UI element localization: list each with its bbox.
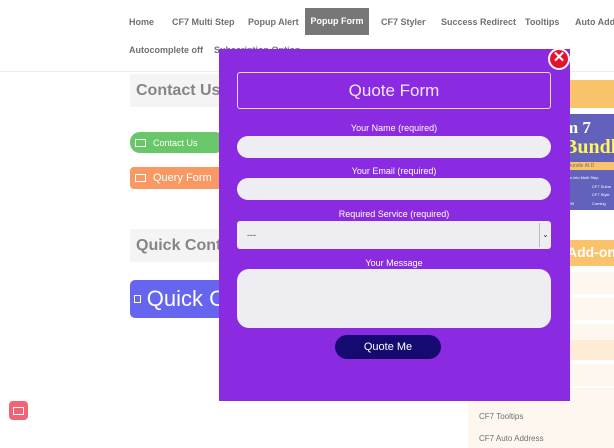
message-textarea[interactable]: [237, 269, 551, 328]
quote-form-title: Quote Form: [237, 72, 551, 109]
message-label: Your Message: [365, 258, 423, 268]
service-select-value: ---: [247, 230, 256, 240]
service-select[interactable]: --- ⌄: [237, 221, 551, 249]
chevron-down-icon: ⌄: [539, 223, 551, 247]
email-label: Your Email (required): [351, 166, 437, 176]
close-icon: ✕: [552, 49, 566, 66]
name-input[interactable]: [237, 136, 551, 158]
close-modal-button[interactable]: ✕: [548, 48, 570, 70]
email-input[interactable]: [237, 178, 551, 200]
service-label: Required Service (required): [338, 209, 450, 219]
name-label: Your Name (required): [350, 123, 438, 133]
quote-me-button[interactable]: Quote Me: [335, 335, 441, 359]
